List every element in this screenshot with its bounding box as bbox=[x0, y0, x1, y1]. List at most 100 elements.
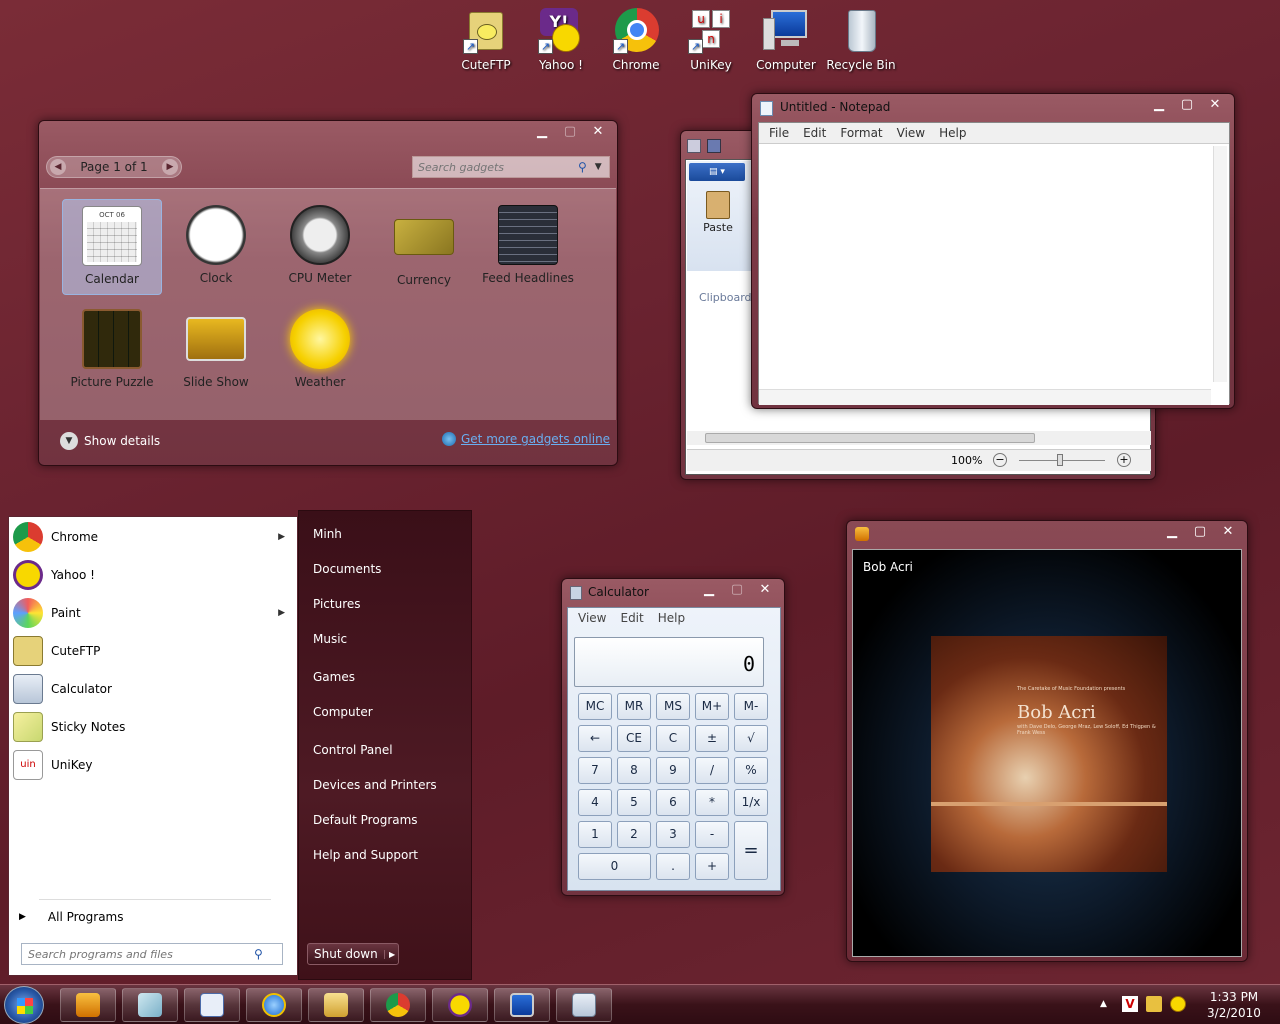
all-programs-button[interactable]: ▶ All Programs bbox=[19, 907, 279, 927]
vietnamese-input-icon[interactable]: V bbox=[1122, 996, 1138, 1012]
start-menu-item-yahoo[interactable]: Yahoo ! bbox=[13, 557, 295, 593]
start-menu-pictures[interactable]: Pictures bbox=[313, 597, 361, 611]
equals-button[interactable]: = bbox=[734, 821, 768, 880]
digit-2-button[interactable]: 2 bbox=[617, 821, 651, 848]
digit-9-button[interactable]: 9 bbox=[656, 757, 690, 784]
desktop-icon-cuteftp[interactable]: ↗ CuteFTP bbox=[449, 8, 523, 72]
horizontal-scrollbar[interactable] bbox=[759, 389, 1211, 405]
ms-button[interactable]: MS bbox=[656, 693, 690, 720]
minimize-button[interactable]: ▁ bbox=[1146, 96, 1172, 114]
start-button[interactable] bbox=[4, 986, 44, 1024]
gadget-clock[interactable]: Clock bbox=[166, 199, 266, 295]
menu-help[interactable]: Help bbox=[658, 611, 685, 625]
digit-7-button[interactable]: 7 bbox=[578, 757, 612, 784]
start-menu-item-unikey[interactable]: uin UniKey bbox=[13, 747, 295, 783]
start-menu-games[interactable]: Games bbox=[313, 670, 355, 684]
show-details-toggle[interactable]: ▼ Show details bbox=[60, 432, 160, 450]
paste-button[interactable]: Paste bbox=[697, 191, 739, 261]
multiply-button[interactable]: * bbox=[695, 789, 729, 816]
close-button[interactable]: ✕ bbox=[1202, 96, 1228, 114]
maximize-button[interactable]: ▢ bbox=[557, 123, 583, 141]
start-menu-control-panel[interactable]: Control Panel bbox=[313, 743, 393, 757]
maximize-button[interactable]: ▢ bbox=[1174, 96, 1200, 114]
digit-5-button[interactable]: 5 bbox=[617, 789, 651, 816]
horizontal-scrollbar[interactable] bbox=[687, 431, 1151, 445]
digit-6-button[interactable]: 6 bbox=[656, 789, 690, 816]
mc-button[interactable]: MC bbox=[578, 693, 612, 720]
desktop-icon-recycle-bin[interactable]: Recycle Bin bbox=[824, 8, 898, 72]
zoom-out-button[interactable]: − bbox=[993, 453, 1007, 467]
gadget-picture-puzzle[interactable]: Picture Puzzle bbox=[62, 303, 162, 399]
taskbar-button-remote-desktop[interactable] bbox=[494, 988, 550, 1022]
chevron-down-icon[interactable]: ▼ bbox=[595, 162, 602, 172]
menu-edit[interactable]: Edit bbox=[803, 126, 826, 140]
start-menu-devices-printers[interactable]: Devices and Printers bbox=[313, 778, 437, 792]
submenu-arrow-icon[interactable]: ▶ bbox=[278, 608, 285, 618]
start-menu-item-calculator[interactable]: Calculator bbox=[13, 671, 295, 707]
desktop-icon-unikey[interactable]: u i n ↗ UniKey bbox=[674, 8, 748, 72]
percent-button[interactable]: % bbox=[734, 757, 768, 784]
menu-file[interactable]: File bbox=[769, 126, 789, 140]
close-button[interactable]: ✕ bbox=[585, 123, 611, 141]
submenu-arrow-icon[interactable]: ▶ bbox=[278, 532, 285, 542]
m-plus-button[interactable]: M+ bbox=[695, 693, 729, 720]
minimize-button[interactable]: ▁ bbox=[696, 581, 722, 599]
gadget-weather[interactable]: Weather bbox=[270, 303, 370, 399]
start-menu-item-cuteftp[interactable]: CuteFTP bbox=[13, 633, 295, 669]
menu-format[interactable]: Format bbox=[840, 126, 882, 140]
minimize-button[interactable]: ▁ bbox=[529, 123, 555, 141]
get-more-gadgets-link[interactable]: Get more gadgets online bbox=[442, 432, 610, 446]
taskbar-button-internet-explorer[interactable] bbox=[246, 988, 302, 1022]
digit-1-button[interactable]: 1 bbox=[578, 821, 612, 848]
yahoo-tray-icon[interactable] bbox=[1170, 996, 1186, 1012]
taskbar-button-yahoo[interactable] bbox=[432, 988, 488, 1022]
menu-edit[interactable]: Edit bbox=[620, 611, 643, 625]
start-menu-music[interactable]: Music bbox=[313, 632, 347, 646]
ce-button[interactable]: CE bbox=[617, 725, 651, 752]
negate-button[interactable]: ± bbox=[695, 725, 729, 752]
next-page-button[interactable]: ▶ bbox=[162, 159, 178, 175]
backspace-button[interactable]: ← bbox=[578, 725, 612, 752]
taskbar-button-chrome[interactable] bbox=[370, 988, 426, 1022]
start-menu-help-support[interactable]: Help and Support bbox=[313, 848, 418, 862]
search-icon[interactable]: ⚲ bbox=[578, 160, 587, 174]
start-menu-default-programs[interactable]: Default Programs bbox=[313, 813, 418, 827]
start-menu-documents[interactable]: Documents bbox=[313, 562, 381, 576]
gadget-cpu-meter[interactable]: CPU Meter bbox=[270, 199, 370, 295]
start-menu-item-paint[interactable]: Paint ▶ bbox=[13, 595, 295, 631]
digit-0-button[interactable]: 0 bbox=[578, 853, 651, 880]
close-button[interactable]: ✕ bbox=[752, 581, 778, 599]
close-button[interactable]: ✕ bbox=[1215, 523, 1241, 541]
taskbar-button-wordpad[interactable] bbox=[184, 988, 240, 1022]
start-menu-user-minh[interactable]: Minh bbox=[313, 527, 342, 541]
desktop-icon-chrome[interactable]: ↗ Chrome bbox=[599, 8, 673, 72]
notepad-text-area[interactable] bbox=[759, 143, 1229, 405]
zoom-slider-thumb[interactable] bbox=[1057, 454, 1063, 466]
zoom-in-button[interactable]: + bbox=[1117, 453, 1131, 467]
subtract-button[interactable]: - bbox=[695, 821, 729, 848]
shutdown-options-icon[interactable]: ▶ bbox=[384, 949, 395, 959]
maximize-button[interactable]: ▢ bbox=[724, 581, 750, 599]
clock[interactable]: 1:33 PM 3/2/2010 bbox=[1196, 989, 1272, 1021]
start-menu-item-chrome[interactable]: Chrome ▶ bbox=[13, 519, 295, 555]
taskbar-button-media-player[interactable] bbox=[60, 988, 116, 1022]
digit-8-button[interactable]: 8 bbox=[617, 757, 651, 784]
taskbar-button-sticky-notes[interactable] bbox=[122, 988, 178, 1022]
desktop-icon-computer[interactable]: Computer bbox=[749, 8, 823, 72]
digit-4-button[interactable]: 4 bbox=[578, 789, 612, 816]
decimal-button[interactable]: . bbox=[656, 853, 690, 880]
clear-button[interactable]: C bbox=[656, 725, 690, 752]
start-search-input[interactable] bbox=[28, 947, 254, 961]
search-icon[interactable]: ⚲ bbox=[254, 947, 263, 961]
previous-page-button[interactable]: ◀ bbox=[50, 159, 66, 175]
network-icon[interactable] bbox=[1146, 996, 1162, 1012]
reciprocal-button[interactable]: 1/x bbox=[734, 789, 768, 816]
scrollbar-thumb[interactable] bbox=[705, 433, 1035, 443]
menu-view[interactable]: View bbox=[578, 611, 606, 625]
gadget-search-input[interactable] bbox=[418, 160, 568, 174]
shutdown-button[interactable]: Shut down ▶ bbox=[307, 943, 399, 965]
taskbar-button-calculator[interactable] bbox=[556, 988, 612, 1022]
gadget-feed-headlines[interactable]: Feed Headlines bbox=[478, 199, 578, 295]
save-icon[interactable] bbox=[707, 139, 721, 153]
show-hidden-icons-button[interactable]: ▲ bbox=[1100, 999, 1107, 1009]
